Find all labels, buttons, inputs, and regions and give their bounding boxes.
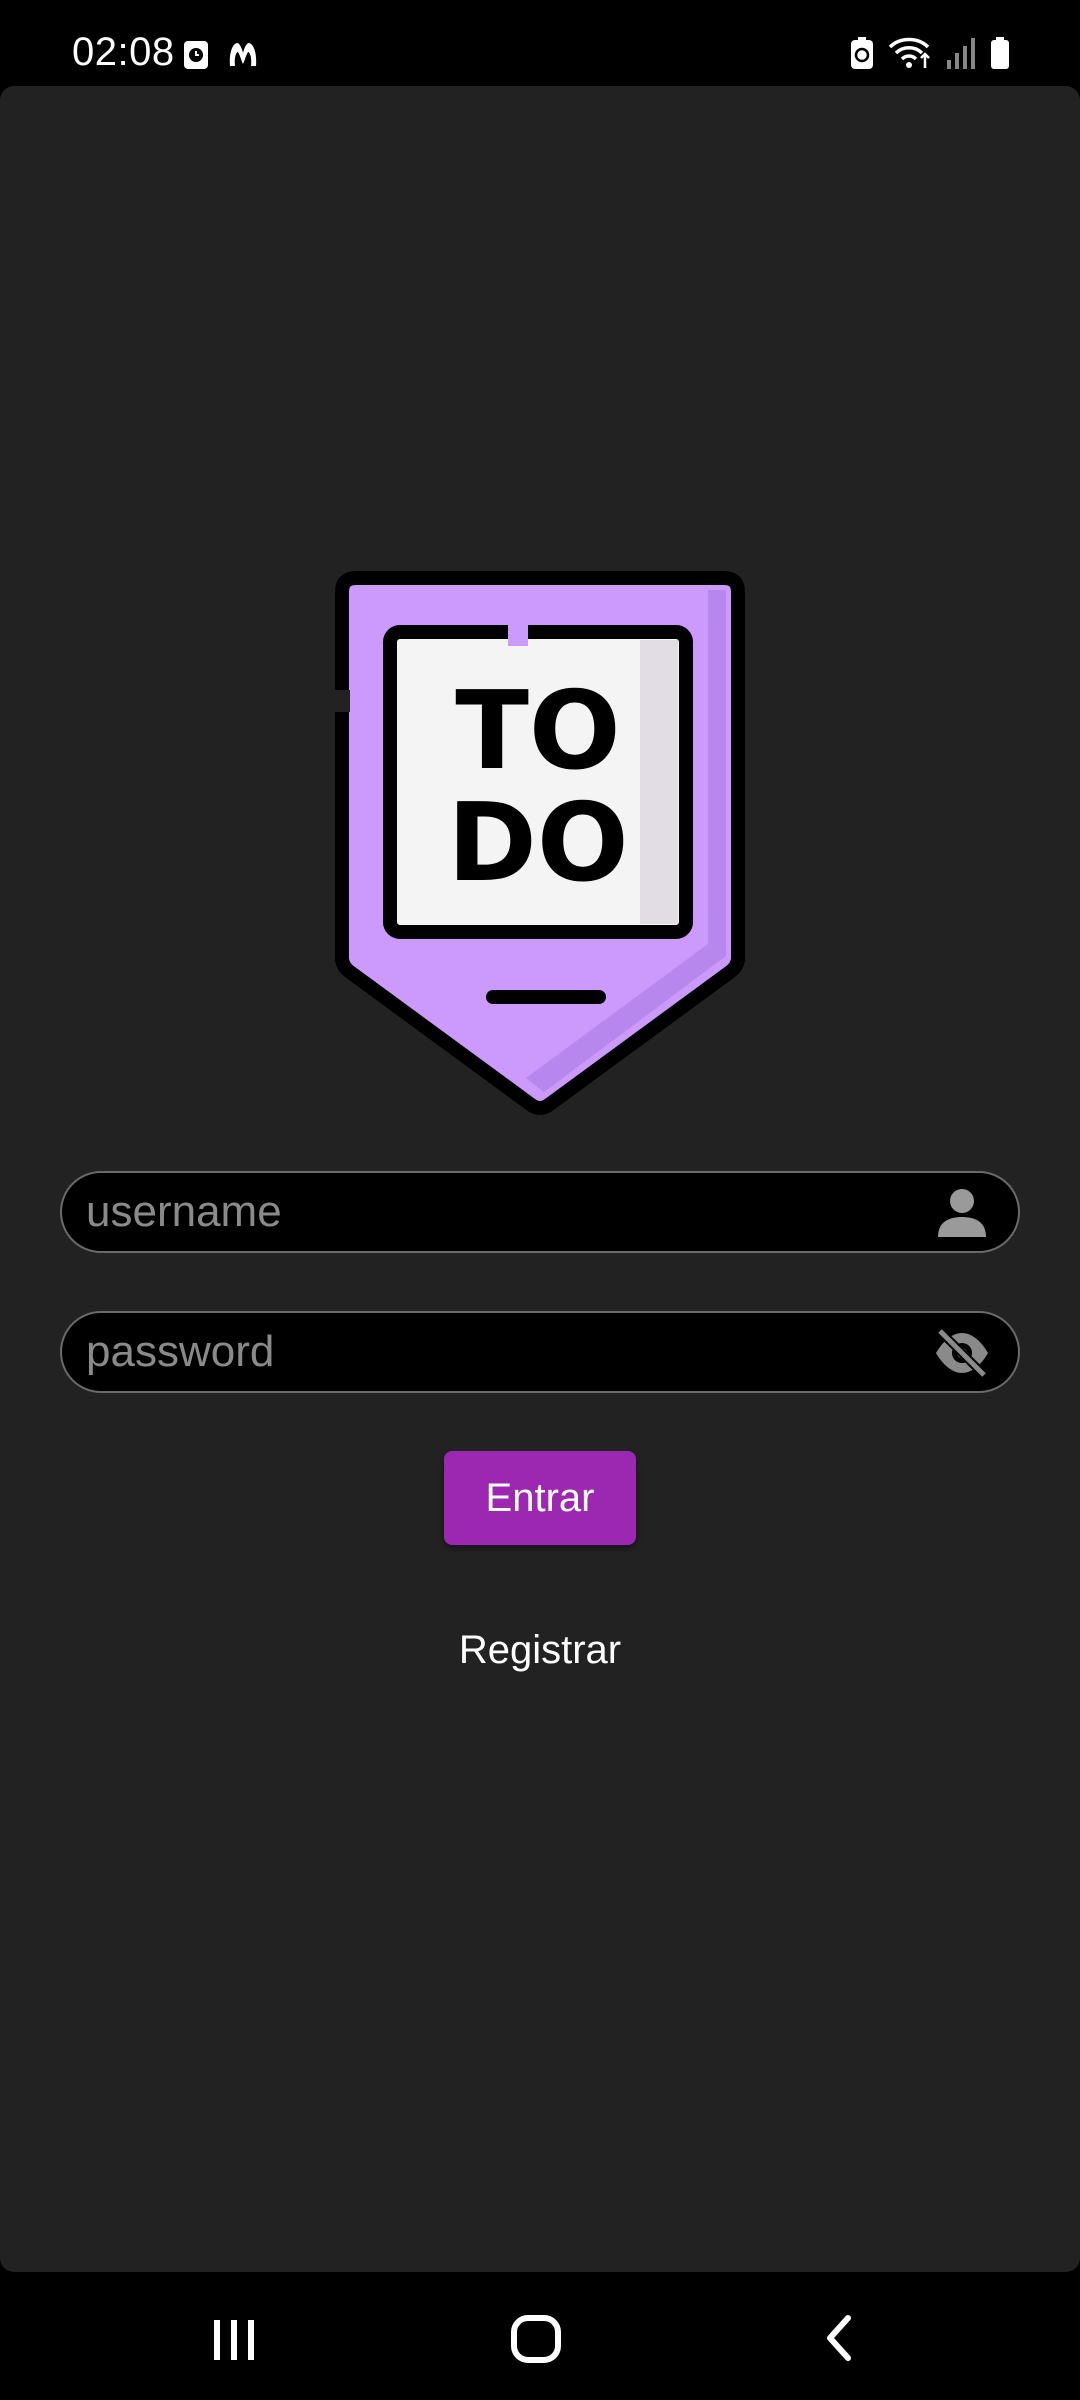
visibility-off-icon[interactable] bbox=[932, 1325, 992, 1381]
signal-icon bbox=[947, 38, 975, 69]
status-time: 02:08 bbox=[72, 30, 175, 74]
logo-text-to: TO bbox=[455, 669, 620, 794]
username-input[interactable] bbox=[86, 1173, 926, 1251]
password-input[interactable] bbox=[86, 1313, 926, 1391]
alarm-app-icon bbox=[184, 41, 208, 69]
back-icon[interactable] bbox=[800, 2298, 880, 2378]
person-icon bbox=[938, 1189, 986, 1237]
notification-icons bbox=[183, 40, 259, 70]
todo-logo: TO DO bbox=[334, 571, 745, 1115]
logo-text-do: DO bbox=[447, 781, 628, 906]
username-field[interactable] bbox=[60, 1171, 1020, 1253]
status-bar: 02:08 bbox=[0, 0, 1080, 86]
login-screen: 02:08 TO DO username Entrar Registrar bbox=[0, 0, 1080, 2400]
wifi-icon bbox=[888, 37, 930, 68]
home-icon[interactable] bbox=[496, 2298, 576, 2378]
register-link[interactable]: Registrar bbox=[390, 1620, 690, 1680]
password-field[interactable] bbox=[60, 1311, 1020, 1393]
battery-saver-icon bbox=[851, 37, 873, 69]
battery-icon bbox=[991, 37, 1009, 69]
malwarebytes-icon bbox=[229, 43, 257, 66]
enter-button[interactable]: Entrar bbox=[444, 1451, 636, 1545]
navigation-bar bbox=[0, 2272, 1080, 2400]
system-status-icons bbox=[850, 36, 1010, 70]
recents-icon[interactable] bbox=[194, 2298, 274, 2378]
